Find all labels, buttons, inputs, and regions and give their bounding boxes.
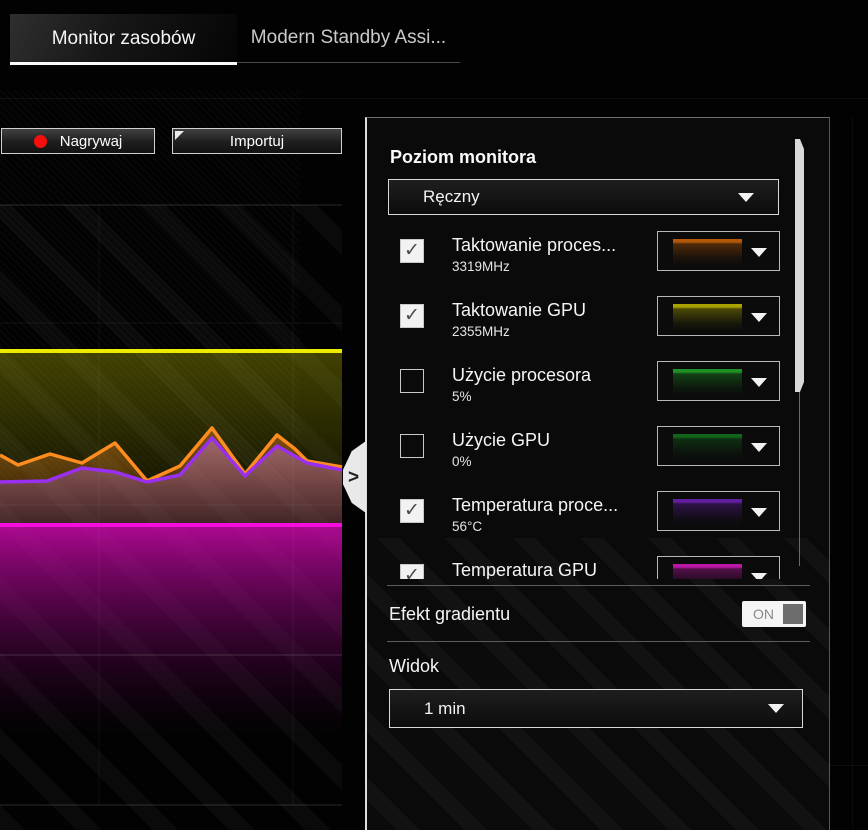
metric-value: 0% bbox=[452, 454, 472, 469]
metric-label: Taktowanie GPU bbox=[452, 300, 587, 320]
view-value: 1 min bbox=[424, 698, 466, 718]
metric-checkbox[interactable]: ✓ bbox=[400, 564, 424, 579]
metric-color-dropdown[interactable] bbox=[657, 491, 780, 531]
metric-row: ✓ Taktowanie GPU 2355MHz bbox=[367, 296, 810, 361]
chevron-down-icon bbox=[768, 704, 784, 713]
armoury-crate-monitor-window: Monitor zasobów Modern Standby Assi... N… bbox=[0, 0, 868, 830]
metric-row: ✓ Temperatura proce... 56°C bbox=[367, 491, 810, 556]
metric-row: ✓ Użycie procesora 5% bbox=[367, 361, 810, 426]
chevron-down-icon bbox=[751, 573, 767, 579]
metric-row: ✓ Użycie GPU 0% bbox=[367, 426, 810, 491]
panel-title: Poziom monitora bbox=[390, 147, 537, 167]
metric-color-dropdown[interactable] bbox=[657, 361, 780, 401]
metric-color-dropdown[interactable] bbox=[657, 556, 780, 579]
metric-value: 5% bbox=[452, 389, 472, 404]
resource-monitor-chart bbox=[0, 204, 343, 806]
chevron-down-icon bbox=[751, 508, 767, 517]
check-icon: ✓ bbox=[404, 499, 420, 521]
background-gridline bbox=[830, 765, 868, 766]
metric-label: Temperatura GPU bbox=[452, 560, 598, 579]
chevron-down-icon bbox=[751, 248, 767, 257]
scrollbar-thumb[interactable] bbox=[795, 139, 804, 392]
scrollbar-track[interactable] bbox=[799, 392, 800, 566]
metric-color-dropdown[interactable] bbox=[657, 231, 780, 271]
monitor-settings-panel: Poziom monitora Ręczny ✓ Taktowanie proce… bbox=[365, 117, 830, 830]
divider bbox=[387, 585, 810, 586]
color-swatch bbox=[673, 239, 742, 266]
metric-color-dropdown[interactable] bbox=[657, 296, 780, 336]
check-icon: ✓ bbox=[404, 304, 420, 326]
check-icon: ✓ bbox=[404, 564, 420, 580]
metric-value: 56°C bbox=[452, 519, 483, 534]
color-swatch bbox=[673, 564, 742, 579]
divider bbox=[387, 641, 810, 642]
metric-row: ✓ Temperatura GPU bbox=[367, 556, 810, 579]
metric-label: Użycie GPU bbox=[452, 430, 551, 450]
metric-checkbox[interactable]: ✓ bbox=[400, 369, 424, 393]
metric-checkbox[interactable]: ✓ bbox=[400, 434, 424, 458]
metric-checkbox[interactable]: ✓ bbox=[400, 304, 424, 328]
metric-value: 3319MHz bbox=[452, 259, 510, 274]
chevron-down-icon bbox=[751, 313, 767, 322]
color-swatch bbox=[673, 369, 742, 396]
check-icon: ✓ bbox=[404, 239, 420, 261]
metric-label: Temperatura proce... bbox=[452, 495, 619, 515]
chevron-right-icon: > bbox=[348, 466, 360, 488]
metric-value: 2355MHz bbox=[452, 324, 510, 339]
color-swatch bbox=[673, 434, 742, 461]
background-gridline bbox=[852, 117, 853, 830]
metric-color-dropdown[interactable] bbox=[657, 426, 780, 466]
metric-label: Użycie procesora bbox=[452, 365, 592, 385]
monitor-level-value: Ręczny bbox=[423, 187, 480, 206]
metric-row: ✓ Taktowanie proces... 3319MHz bbox=[367, 231, 810, 296]
gradient-effect-row: Efekt gradientu ON bbox=[389, 598, 810, 630]
chevron-down-icon bbox=[738, 192, 754, 202]
monitor-level-dropdown[interactable]: Ręczny bbox=[388, 179, 779, 215]
color-swatch bbox=[673, 304, 742, 331]
metric-list: ✓ Taktowanie proces... 3319MHz ✓ Taktowanie … bbox=[367, 229, 810, 579]
metric-checkbox[interactable]: ✓ bbox=[400, 239, 424, 263]
panel-background-stripes bbox=[367, 538, 829, 830]
view-label: Widok bbox=[389, 656, 440, 676]
view-dropdown[interactable]: 1 min bbox=[389, 689, 803, 728]
toggle-state-label: ON bbox=[753, 606, 774, 622]
chevron-down-icon bbox=[751, 378, 767, 387]
gradient-effect-label: Efekt gradientu bbox=[389, 604, 511, 624]
metric-label: Taktowanie proces... bbox=[452, 235, 617, 255]
chevron-down-icon bbox=[751, 443, 767, 452]
metric-checkbox[interactable]: ✓ bbox=[400, 499, 424, 523]
color-swatch bbox=[673, 499, 742, 526]
toggle-knob bbox=[783, 604, 803, 624]
gradient-effect-toggle[interactable]: ON bbox=[742, 601, 806, 627]
